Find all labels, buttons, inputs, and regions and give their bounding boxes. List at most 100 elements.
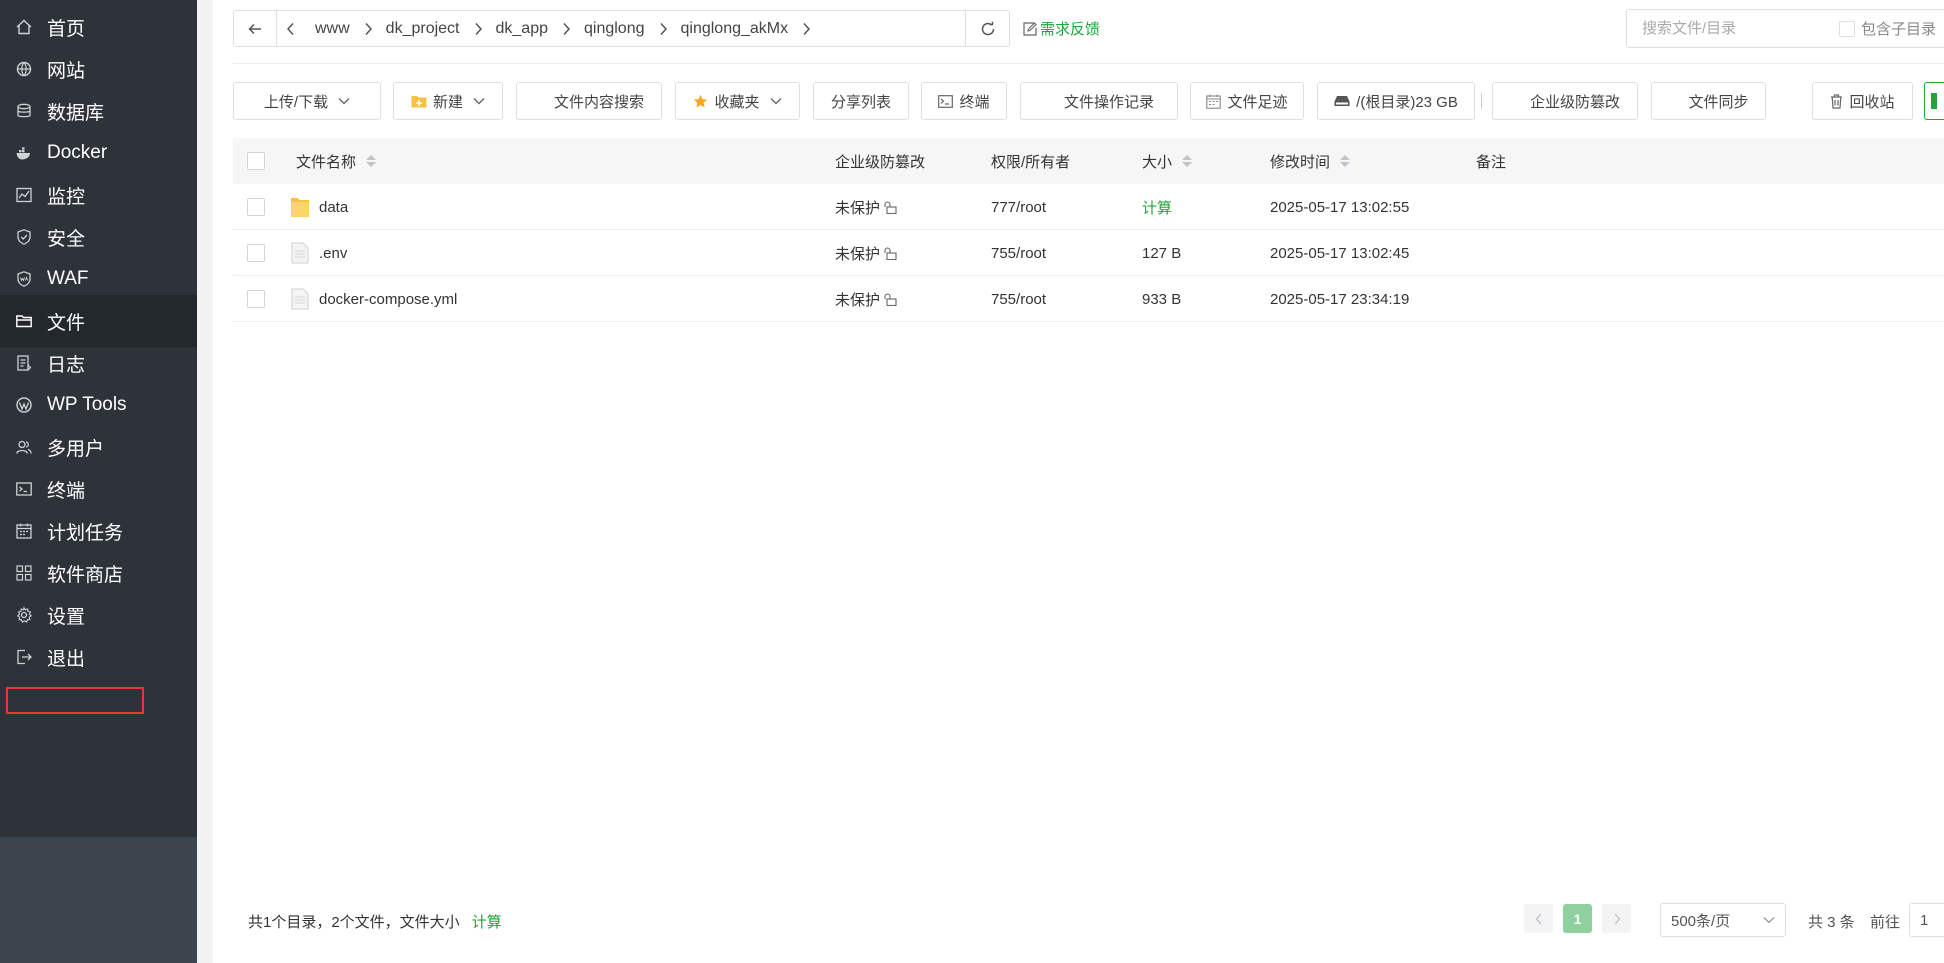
next-page-button[interactable] <box>1602 904 1631 933</box>
unlock-icon <box>884 200 897 214</box>
prev-page-button[interactable] <box>1524 904 1553 933</box>
refresh-button[interactable] <box>966 10 1010 47</box>
calendar-icon <box>1206 94 1222 109</box>
protect-status[interactable]: 未保护 <box>835 230 897 276</box>
sidebar-item-label: 文件 <box>47 312 86 334</box>
gear-icon <box>15 606 33 624</box>
home-icon <box>15 18 33 36</box>
sidebar-item-logout[interactable]: 退出 <box>0 631 197 683</box>
folder-icon <box>290 184 310 230</box>
table-row[interactable]: .env 未保护 755/root 127 B 2025-05-17 13:02… <box>233 230 1944 276</box>
favorites-button[interactable]: 收藏夹 <box>675 82 800 120</box>
monitor-icon <box>15 186 33 204</box>
search-input[interactable] <box>1640 19 1824 38</box>
page-number[interactable]: 1 <box>1563 904 1592 933</box>
sidebar-item-label: 数据库 <box>47 102 105 124</box>
chevron-right-icon <box>470 22 486 36</box>
recycle-bin-button[interactable]: 回收站 <box>1812 82 1913 120</box>
calculate-size-link[interactable]: 计算 <box>472 911 502 932</box>
modified-time: 2025-05-17 13:02:55 <box>1270 198 1410 216</box>
checkbox[interactable] <box>1839 20 1855 37</box>
sort-icon[interactable] <box>366 155 377 167</box>
sidebar-item-label: Docker <box>47 142 108 163</box>
column-header-size[interactable]: 大小 <box>1142 138 1193 184</box>
chevron-right-icon <box>1613 913 1620 924</box>
sort-icon[interactable] <box>1182 155 1193 167</box>
sidebar-item-label: 退出 <box>47 648 86 670</box>
terminal-icon <box>15 480 33 498</box>
terminal-icon <box>938 94 954 108</box>
column-header-mtime[interactable]: 修改时间 <box>1270 138 1351 184</box>
shield-icon <box>15 228 33 246</box>
breadcrumb: www dk_project dk_app qinglong qinglong_… <box>276 10 966 47</box>
row-checkbox[interactable] <box>247 244 265 262</box>
file-name[interactable]: data <box>319 184 348 230</box>
globe-icon <box>15 60 33 78</box>
chevron-right-icon <box>360 22 376 36</box>
tamper-protect-button[interactable]: 企业级防篡改 <box>1492 82 1638 120</box>
hard-disk-icon <box>1334 95 1350 107</box>
docker-icon <box>15 144 33 162</box>
column-header-name[interactable]: 文件名称 <box>296 138 377 184</box>
chevron-left-icon[interactable] <box>277 22 305 36</box>
refresh-icon <box>981 21 994 35</box>
select-all-checkbox[interactable] <box>247 152 265 170</box>
back-button[interactable] <box>233 10 277 47</box>
chevron-down-icon <box>473 97 485 105</box>
protect-status[interactable]: 未保护 <box>835 276 897 322</box>
sidebar-item-label: 安全 <box>47 228 86 250</box>
sidebar: 首页 网站 数据库 Docker 监控 安全 WAF 文件 日志 WP Tool… <box>0 0 197 963</box>
permission[interactable]: 777/root <box>991 184 1046 230</box>
sidebar-item-label: 设置 <box>47 606 86 628</box>
terminal-button[interactable]: 终端 <box>921 82 1007 120</box>
folder-icon <box>15 312 33 330</box>
upload-download-button[interactable]: 上传/下载 <box>233 82 381 120</box>
calculate-size-link[interactable]: 计算 <box>1142 184 1172 230</box>
permission[interactable]: 755/root <box>991 230 1046 276</box>
table-row[interactable]: data 未保护 777/root 计算 2025-05-17 13:02:55 <box>233 184 1944 230</box>
file-name[interactable]: docker-compose.yml <box>319 276 457 322</box>
chevron-right-icon <box>655 22 671 36</box>
footprint-button[interactable]: 文件足迹 <box>1190 82 1304 120</box>
unlock-icon <box>884 292 897 306</box>
breadcrumb-item[interactable]: dk_app <box>486 20 575 38</box>
disk-button[interactable]: /(根目录)23 GB <box>1317 82 1475 120</box>
permission[interactable]: 755/root <box>991 276 1046 322</box>
chevron-down-icon <box>1763 917 1775 924</box>
file-sync-button[interactable]: 文件同步 <box>1651 82 1766 120</box>
chevron-right-icon <box>798 22 814 36</box>
file-size: 933 B <box>1142 290 1182 308</box>
logout-icon <box>15 648 33 666</box>
breadcrumb-item[interactable]: www <box>305 20 376 38</box>
app-store-icon <box>15 564 33 582</box>
modified-time: 2025-05-17 13:02:45 <box>1270 244 1410 262</box>
sidebar-item-label: 多用户 <box>47 438 105 460</box>
row-checkbox[interactable] <box>247 290 265 308</box>
view-toggle-button[interactable] <box>1924 82 1944 120</box>
chevron-left-icon <box>1535 913 1542 924</box>
file-name[interactable]: .env <box>319 230 347 276</box>
goto-page-input[interactable]: 1 <box>1909 903 1944 937</box>
operation-log-button[interactable]: 文件操作记录 <box>1020 82 1178 120</box>
page-size-select[interactable]: 500条/页 <box>1660 903 1786 937</box>
breadcrumb-item[interactable]: qinglong <box>574 20 671 38</box>
include-subdir-checkbox[interactable]: 包含子目录 <box>1839 18 1936 39</box>
highlight-box <box>6 687 144 714</box>
feedback-link[interactable]: 需求反馈 <box>1023 18 1100 39</box>
protect-status[interactable]: 未保护 <box>835 184 897 230</box>
share-list-button[interactable]: 分享列表 <box>813 82 909 120</box>
column-header-note: 备注 <box>1476 153 1507 171</box>
table-header: 文件名称 企业级防篡改 权限/所有者 大小 修改时间 备注 <box>233 138 1944 184</box>
content-search-button[interactable]: 文件内容搜索 <box>516 82 662 120</box>
sidebar-item-label: 网站 <box>47 60 86 82</box>
sidebar-menu: 首页 网站 数据库 Docker 监控 安全 WAF 文件 日志 WP Tool… <box>0 0 197 837</box>
sort-icon[interactable] <box>1340 155 1351 167</box>
file-icon <box>291 230 309 276</box>
breadcrumb-item[interactable]: dk_project <box>376 20 486 38</box>
row-checkbox[interactable] <box>247 198 265 216</box>
new-button[interactable]: 新建 <box>393 82 503 120</box>
breadcrumb-item[interactable]: qinglong_akMx <box>671 20 815 38</box>
star-icon <box>693 94 708 109</box>
table-row[interactable]: docker-compose.yml 未保护 755/root 933 B 20… <box>233 276 1944 322</box>
trash-icon <box>1830 93 1843 109</box>
